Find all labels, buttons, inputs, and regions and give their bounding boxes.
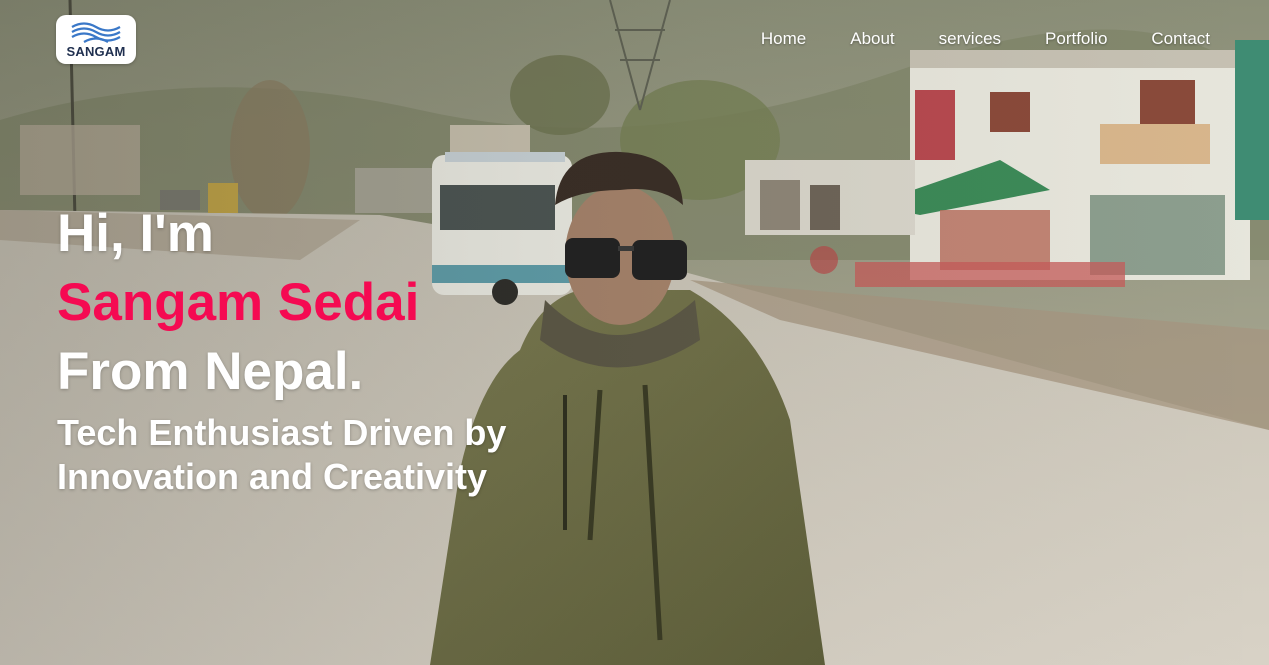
main-nav: Home About services Portfolio Contact xyxy=(761,29,1210,49)
hero-name: Sangam Sedai xyxy=(57,273,420,332)
nav-link-services[interactable]: services xyxy=(939,29,1001,49)
hero-tagline-line-2: Innovation and Creativity xyxy=(57,456,488,497)
hero-tagline: Tech Enthusiast Driven by Innovation and… xyxy=(57,411,506,499)
waves-logo-icon xyxy=(71,22,121,43)
hero-origin: From Nepal. xyxy=(57,342,364,401)
hero-headline: Hi, I'm Sangam Sedai From Nepal. Tech En… xyxy=(57,199,506,499)
nav-link-home[interactable]: Home xyxy=(761,29,806,49)
hero-section: SANGAM Home About services Portfolio Con… xyxy=(0,0,1269,665)
site-logo[interactable]: SANGAM xyxy=(56,15,136,64)
nav-link-about[interactable]: About xyxy=(850,29,894,49)
logo-text: SANGAM xyxy=(66,44,126,59)
hero-tagline-line-1: Tech Enthusiast Driven by xyxy=(57,412,507,453)
nav-link-contact[interactable]: Contact xyxy=(1151,29,1210,49)
nav-link-portfolio[interactable]: Portfolio xyxy=(1045,29,1107,49)
hero-greeting: Hi, I'm xyxy=(57,204,214,263)
